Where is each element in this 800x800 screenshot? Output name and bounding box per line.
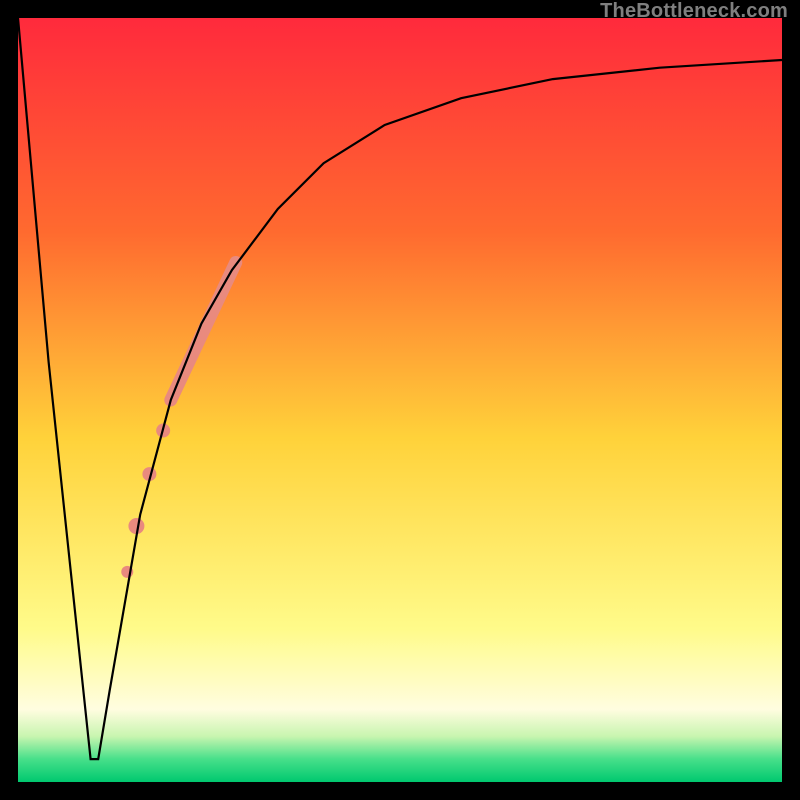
- plot-area: [18, 18, 782, 782]
- watermark-text: TheBottleneck.com: [600, 0, 788, 23]
- chart-frame: TheBottleneck.com: [0, 0, 800, 800]
- gradient-background: [18, 18, 782, 782]
- chart-svg: [18, 18, 782, 782]
